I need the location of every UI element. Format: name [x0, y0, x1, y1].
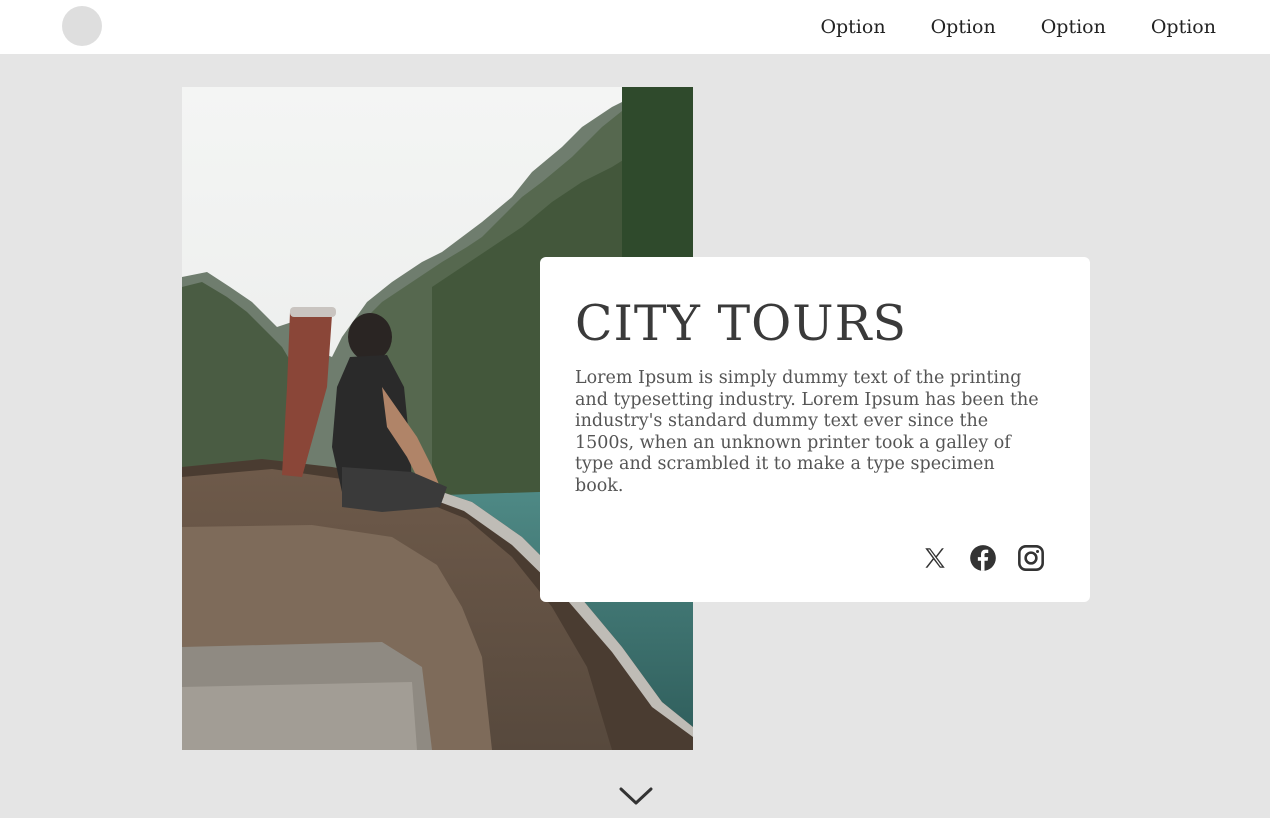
facebook-icon[interactable] — [968, 543, 998, 573]
nav-item-2[interactable]: Option — [931, 16, 996, 38]
chevron-down-icon[interactable] — [619, 785, 653, 807]
card-description: Lorem Ipsum is simply dummy text of the … — [575, 368, 1039, 496]
social-links — [920, 543, 1046, 573]
nav-item-4[interactable]: Option — [1151, 16, 1216, 38]
nav-item-1[interactable]: Option — [820, 16, 885, 38]
x-icon[interactable] — [920, 543, 950, 573]
card-title: CITY TOURS — [575, 295, 908, 352]
instagram-icon[interactable] — [1016, 543, 1046, 573]
tour-card: CITY TOURS Lorem Ipsum is simply dummy t… — [540, 257, 1090, 602]
main-nav: Option Option Option Option — [820, 0, 1216, 54]
top-navigation-bar: Option Option Option Option — [0, 0, 1270, 54]
logo[interactable] — [62, 6, 102, 46]
nav-item-3[interactable]: Option — [1041, 16, 1106, 38]
